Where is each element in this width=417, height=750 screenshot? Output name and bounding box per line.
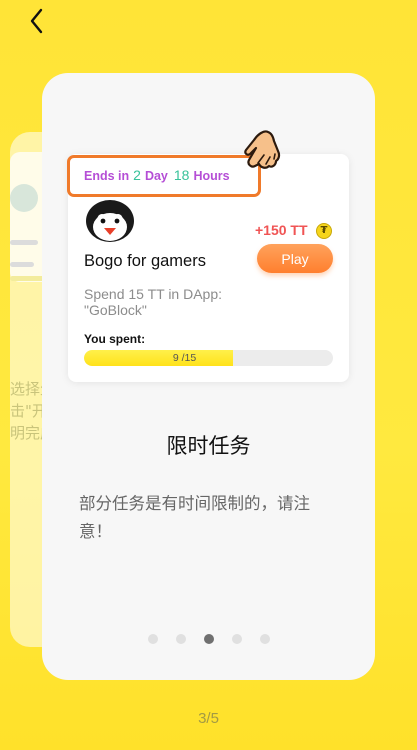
page-dot[interactable] [204,634,214,644]
previous-card-line [10,240,38,245]
day-label: Day [144,169,168,183]
page-dot[interactable] [176,634,186,644]
page-indicator: 3/5 [198,710,219,727]
hour-count: 18 [173,167,190,183]
page-dot[interactable] [148,634,158,644]
spent-label: You spent: [84,332,146,346]
play-button[interactable]: Play [257,244,333,273]
feature-title: 限时任务 [166,434,251,458]
reward-amount: +150 TT [255,222,308,238]
previous-card-avatar [10,184,38,212]
feature-description: 部分任务是有时间限制的，请注意！ [79,494,310,541]
progress-text: 9 /15 [84,350,333,366]
deadline-countdown: Ends in 2 Day 18 Hours [84,167,230,183]
task-title: Bogo for gamers [84,252,206,270]
page-dot[interactable] [260,634,270,644]
dapp-avatar [86,200,134,242]
ends-label: Ends in [84,169,130,183]
task-description: Spend 15 TT in DApp: "GoBlock" [84,286,223,318]
day-count: 2 [133,167,141,183]
pointing-hand-icon [244,130,281,169]
chevron-left-icon [30,8,43,34]
coin-icon: ₮ [316,223,332,239]
back-button[interactable] [22,6,52,36]
page-dots [148,634,270,646]
previous-card-line [10,262,34,267]
page-dot[interactable] [232,634,242,644]
hour-label: Hours [193,169,230,183]
progress-value: 9 /15 [172,352,197,364]
